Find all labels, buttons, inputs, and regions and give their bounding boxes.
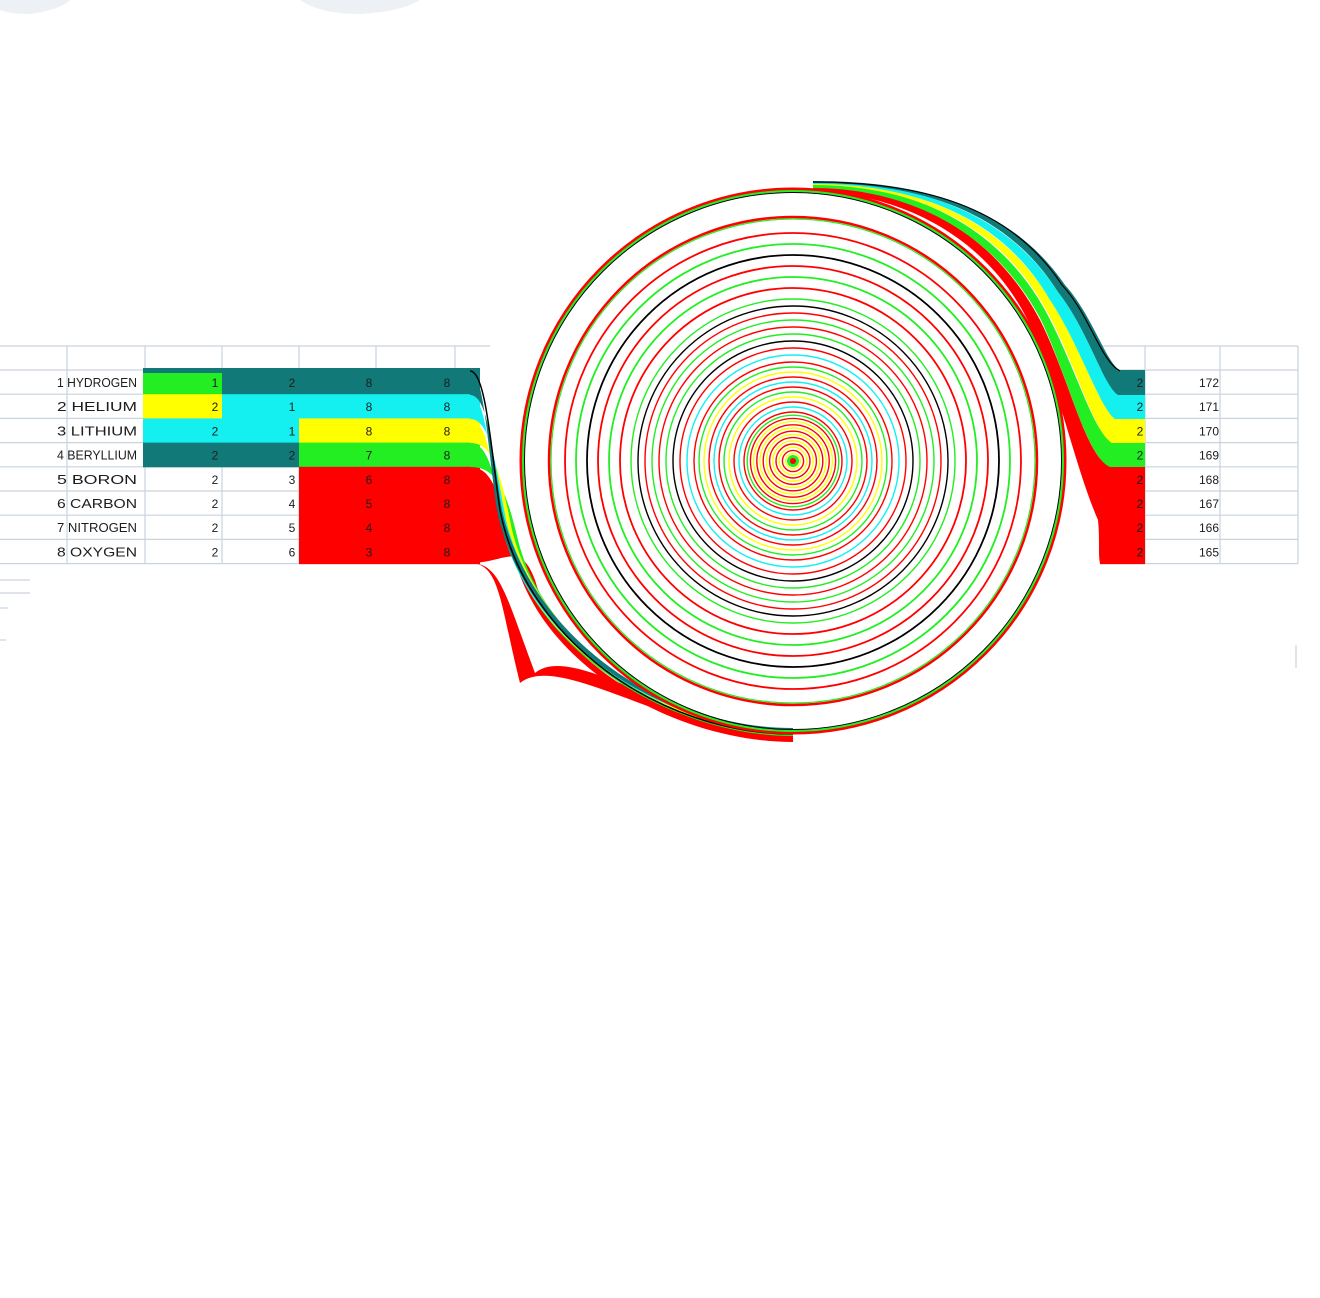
- cell-fill: [143, 418, 222, 444]
- shell-count: 4: [289, 497, 296, 511]
- shell-count: 8: [366, 376, 373, 390]
- cell-fill: [376, 442, 480, 468]
- shell-count: 2: [212, 449, 219, 463]
- shell-count: 2: [1137, 424, 1144, 438]
- shell-count: 7: [366, 449, 373, 463]
- element-number: 167: [1199, 497, 1219, 511]
- shell-count: 8: [444, 521, 451, 535]
- cell-fill: [376, 370, 480, 395]
- element-name: 4 BERYLLIUM: [57, 448, 137, 463]
- shell-count: 6: [289, 545, 296, 559]
- shell-count: 3: [366, 545, 373, 559]
- shell-count: 2: [1137, 497, 1144, 511]
- shell-count: 2: [1137, 376, 1144, 390]
- cell-fill: [222, 418, 299, 444]
- shell-count: 8: [444, 497, 451, 511]
- shell-count: 6: [366, 473, 373, 487]
- shell-count: 8: [444, 473, 451, 487]
- right-table-text: 2 172 2 171 2 170 2 169 2 168 2 167 2 166 2 165: [1137, 376, 1220, 559]
- shell-count: 5: [366, 497, 373, 511]
- shell-count: 8: [366, 424, 373, 438]
- cell-fill: [143, 370, 222, 395]
- element-number: 171: [1199, 400, 1219, 414]
- element-name: 1 HYDROGEN: [57, 375, 137, 390]
- cell-fill: [376, 418, 480, 444]
- shell-count: 2: [1137, 473, 1144, 487]
- shell-count: 2: [1137, 521, 1144, 535]
- element-number: 170: [1199, 424, 1219, 438]
- shell-count: 2: [1137, 400, 1144, 414]
- cell-fill: [143, 442, 222, 468]
- cell-fill: [376, 394, 480, 419]
- shell-count: 3: [289, 473, 296, 487]
- cell-fill: [299, 394, 376, 419]
- shell-count: 8: [444, 545, 451, 559]
- element-number: 165: [1199, 545, 1219, 559]
- shell-count: 2: [289, 449, 296, 463]
- shell-count: 2: [289, 376, 296, 390]
- cell-fill: [222, 370, 299, 395]
- element-name: 6 CARBON: [57, 496, 137, 511]
- watermark-fragment: [0, 0, 420, 14]
- shell-count: 8: [444, 424, 451, 438]
- shell-count: 2: [212, 497, 219, 511]
- cell-fill: [222, 394, 299, 419]
- spiral-rings: [519, 187, 1067, 735]
- shell-count: 8: [444, 376, 451, 390]
- shell-count: 2: [212, 545, 219, 559]
- element-number: 169: [1199, 449, 1219, 463]
- element-name: 3 LITHIUM: [57, 423, 137, 438]
- element-name: 2 HELIUM: [57, 399, 137, 414]
- shell-count: 8: [444, 449, 451, 463]
- cell-fill: [143, 368, 480, 373]
- shell-count: 8: [366, 400, 373, 414]
- cell-fill: [299, 370, 376, 395]
- spiral-core-dot: [790, 458, 796, 464]
- shell-count: 2: [212, 521, 219, 535]
- element-number: 166: [1199, 521, 1219, 535]
- cell-fill: [222, 442, 299, 468]
- element-number: 172: [1199, 376, 1219, 390]
- shell-count: 2: [212, 400, 219, 414]
- shell-count: 1: [212, 376, 219, 390]
- cell-fill: [299, 418, 376, 444]
- shell-count: 1: [289, 400, 296, 414]
- shell-count: 5: [289, 521, 296, 535]
- element-name: 5 BORON: [57, 472, 137, 487]
- spiral-periodic-table-figure: 1 HYDROGEN 1 2 8 8 2 HELIUM 2 1 8 8 3 LITHIUM 2 1 8 8 4…: [0, 0, 1299, 742]
- cell-fill: [143, 394, 222, 419]
- shell-count: 4: [366, 521, 373, 535]
- element-number: 168: [1199, 473, 1219, 487]
- shell-count: 2: [1137, 449, 1144, 463]
- shell-count: 8: [444, 400, 451, 414]
- shell-count: 1: [289, 424, 296, 438]
- shell-count: 2: [212, 473, 219, 487]
- element-name: 7 NITROGEN: [57, 520, 137, 535]
- element-name: 8 OXYGEN: [57, 544, 137, 559]
- cell-fill: [299, 442, 376, 468]
- shell-count: 2: [1137, 545, 1144, 559]
- shell-count: 2: [212, 424, 219, 438]
